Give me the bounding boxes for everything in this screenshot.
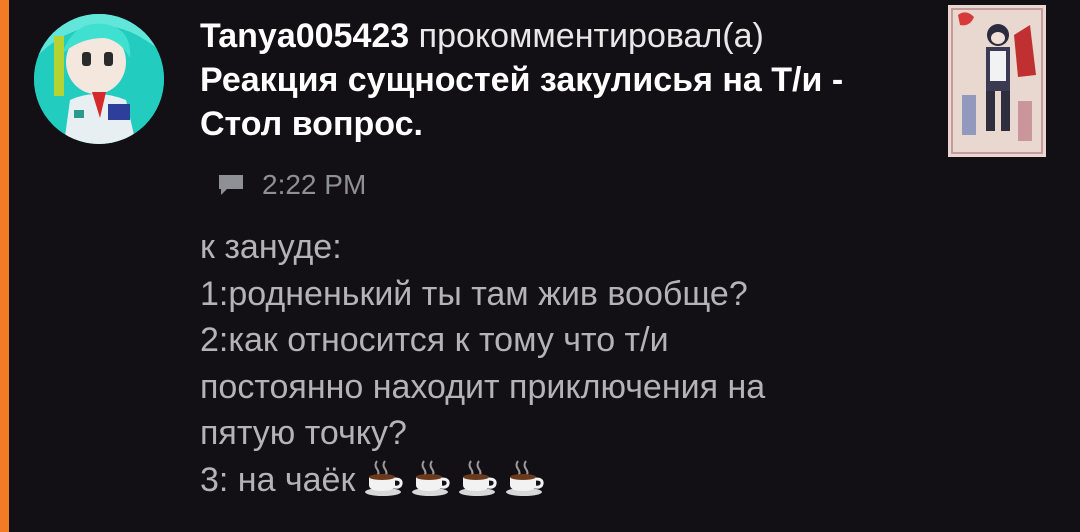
post-title-link[interactable]: Реакция сущностей закулисья на Т/и - Сто… <box>200 58 915 146</box>
notification-header: Tanya005423 прокомментировал(а) Реакция … <box>200 14 920 146</box>
speech-bubble-icon <box>219 175 243 195</box>
username-link[interactable]: Tanya005423 <box>200 17 409 55</box>
comment-time: 2:22 PM <box>262 169 367 200</box>
comment-meta: 2:22 PM <box>218 169 367 200</box>
left-accent-bar <box>0 0 9 532</box>
comment-line: 1:родненький ты там жив вообще? <box>200 274 748 313</box>
user-avatar[interactable] <box>34 14 164 144</box>
comment-line-last: 3: на чаёк <box>200 457 1030 504</box>
comment-line: постоянно находит приключения на <box>200 367 766 406</box>
hot-beverage-icon <box>506 459 544 496</box>
comment-line: к зануде: <box>200 228 342 266</box>
action-text: прокомментировал(а) <box>418 17 764 55</box>
post-thumbnail[interactable] <box>948 5 1046 157</box>
hot-beverage-icon <box>459 459 497 496</box>
comment-line-text: 3: на чаёк <box>200 460 356 499</box>
comment-line: пятую точку? <box>200 414 407 452</box>
emoji-group <box>363 459 544 497</box>
hot-beverage-icon <box>365 459 403 496</box>
hot-beverage-icon <box>412 459 450 496</box>
post-thumbnail-image <box>948 5 1046 157</box>
comment-line: 2:как относится к тому что т/и <box>200 321 669 359</box>
comment-body[interactable]: к зануде: 1:родненький ты там жив вообще… <box>200 224 1030 503</box>
avatar-image <box>34 14 164 144</box>
